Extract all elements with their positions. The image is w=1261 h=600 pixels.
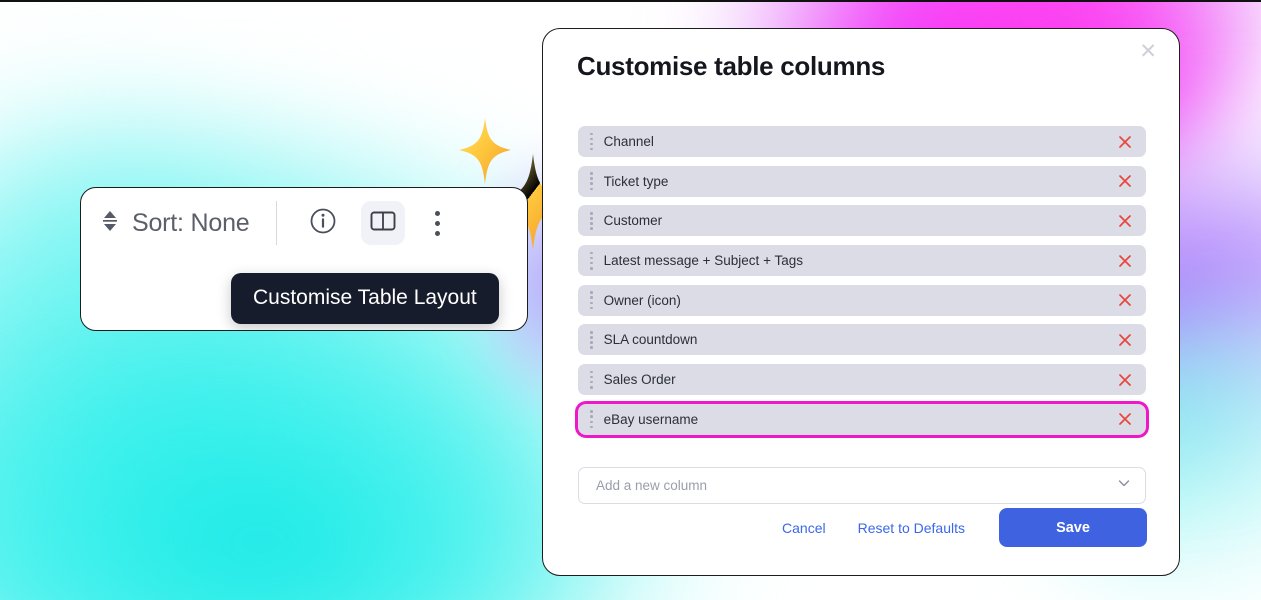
table-toolbar-card: Sort: None Customise Table Layout — [80, 187, 528, 331]
info-button[interactable] — [301, 201, 345, 245]
customise-columns-modal: ✕ Customise table columns Channel Ticket… — [542, 28, 1180, 576]
remove-column-button[interactable] — [1116, 410, 1134, 428]
remove-column-button[interactable] — [1116, 331, 1134, 349]
column-label: Latest message + Subject + Tags — [603, 253, 803, 269]
toolbar-row: Sort: None — [81, 188, 527, 258]
toolbar-divider — [275, 201, 277, 245]
modal-footer: Cancel Reset to Defaults Save — [766, 508, 1147, 547]
drag-handle-icon[interactable] — [590, 410, 593, 429]
column-label: Customer — [603, 213, 663, 229]
drag-handle-icon[interactable] — [590, 291, 593, 310]
add-column-placeholder: Add a new column — [596, 478, 708, 493]
table-row-highlighted[interactable]: eBay username — [578, 403, 1146, 435]
sparkles-icon — [457, 116, 513, 186]
column-label: Sales Order — [603, 372, 676, 388]
column-label: SLA countdown — [603, 332, 698, 348]
page-title: Customise table columns — [577, 51, 886, 81]
drag-handle-icon[interactable] — [590, 211, 593, 230]
remove-column-button[interactable] — [1116, 172, 1134, 190]
table-row[interactable]: Channel — [578, 126, 1146, 157]
drag-handle-icon[interactable] — [590, 370, 593, 389]
add-new-column-select[interactable]: Add a new column — [578, 467, 1146, 504]
column-label: Channel — [603, 134, 654, 149]
chevron-down-icon — [1116, 475, 1132, 496]
column-label: eBay username — [603, 411, 699, 427]
table-row[interactable]: Owner (icon) — [578, 284, 1146, 316]
drag-handle-icon[interactable] — [590, 251, 593, 270]
table-row[interactable]: Ticket type — [578, 165, 1146, 197]
reset-to-defaults-button[interactable]: Reset to Defaults — [842, 511, 981, 545]
sort-label: Sort: None — [132, 208, 250, 237]
sort-updown-icon — [99, 208, 121, 239]
kebab-menu-icon[interactable] — [421, 201, 455, 245]
remove-column-button[interactable] — [1116, 133, 1134, 151]
column-label: Owner (icon) — [603, 292, 681, 308]
close-icon[interactable]: ✕ — [1133, 35, 1163, 68]
table-columns-icon — [368, 206, 398, 241]
table-row[interactable]: Latest message + Subject + Tags — [578, 245, 1146, 277]
remove-column-button[interactable] — [1116, 212, 1134, 230]
table-row[interactable]: Sales Order — [578, 364, 1146, 396]
drag-handle-icon[interactable] — [590, 331, 593, 349]
sort-control[interactable]: Sort: None — [99, 201, 266, 245]
remove-column-button[interactable] — [1116, 371, 1134, 389]
info-circle-icon — [308, 206, 338, 241]
customise-table-layout-button[interactable] — [360, 201, 405, 245]
columns-list: Channel Ticket type Customer Latest mess… — [578, 126, 1146, 444]
remove-column-button[interactable] — [1116, 291, 1134, 309]
remove-column-button[interactable] — [1116, 252, 1134, 270]
column-label: Ticket type — [603, 173, 669, 189]
tooltip: Customise Table Layout — [231, 273, 499, 324]
screenshot-root: Sort: None Customise Table Layout ✕ Cust… — [0, 0, 1261, 600]
drag-handle-icon[interactable] — [590, 172, 593, 191]
drag-handle-icon[interactable] — [590, 132, 593, 151]
table-row[interactable]: Customer — [578, 205, 1146, 237]
table-row[interactable]: SLA countdown — [578, 324, 1146, 356]
save-button[interactable]: Save — [999, 508, 1147, 547]
cancel-button[interactable]: Cancel — [766, 511, 842, 545]
